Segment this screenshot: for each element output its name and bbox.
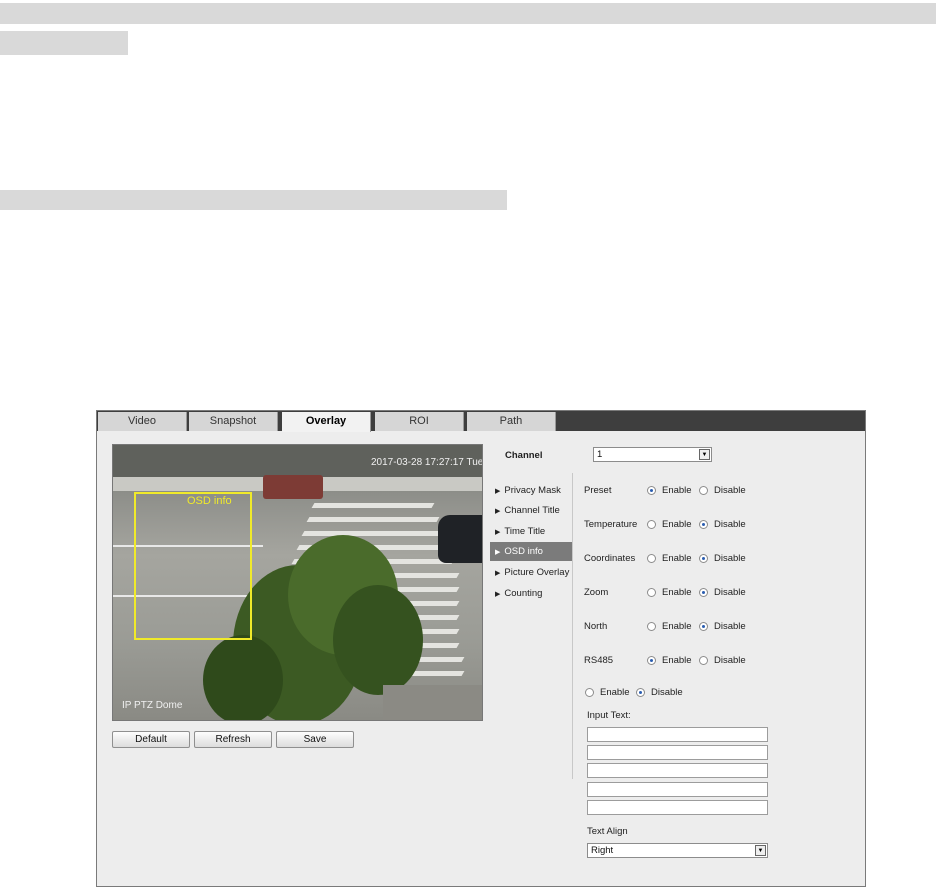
- zoom-disable-label: Disable: [714, 587, 746, 598]
- tab-path[interactable]: Path: [467, 412, 556, 431]
- north-enable-label: Enable: [662, 621, 692, 632]
- menu-label: Time Title: [504, 526, 546, 537]
- redacted-bar-3: [0, 190, 507, 210]
- osd-info-label: OSD info: [187, 495, 232, 507]
- text-align-label: Text Align: [587, 826, 628, 837]
- parked-car: [438, 515, 482, 563]
- north-enable-radio[interactable]: [647, 622, 656, 631]
- chevron-down-icon[interactable]: ▼: [755, 845, 766, 856]
- north-disable-label: Disable: [714, 621, 746, 632]
- channel-label: Channel: [505, 450, 543, 461]
- zoom-disable-radio[interactable]: [699, 588, 708, 597]
- menu-arrow-icon: ▶: [495, 508, 501, 515]
- text-input-line-3[interactable]: [587, 763, 768, 778]
- menu-label: OSD info: [504, 546, 543, 557]
- crosswalk-stripe: [301, 531, 445, 536]
- preset-label: Preset: [584, 485, 612, 496]
- tree-canopy: [203, 635, 283, 720]
- menu-arrow-icon: ▶: [495, 549, 501, 556]
- custom-text-disable-radio[interactable]: [636, 688, 645, 697]
- tree-canopy: [333, 585, 423, 695]
- rs485-enable-label: Enable: [662, 655, 692, 666]
- menu-arrow-icon: ▶: [495, 570, 501, 577]
- menu-label: Channel Title: [504, 505, 560, 516]
- redacted-bar-1: [0, 3, 936, 24]
- rs485-label: RS485: [584, 655, 614, 666]
- text-input-line-2[interactable]: [587, 745, 768, 760]
- video-preview[interactable]: 2017-03-28 17:27:17 Tue IP PTZ Dome OSD …: [112, 444, 483, 721]
- temperature-disable-radio[interactable]: [699, 520, 708, 529]
- north-label: North: [584, 621, 608, 632]
- input-text-label: Input Text:: [587, 710, 631, 721]
- device-name-overlay: IP PTZ Dome: [122, 700, 183, 711]
- menu-osd-info[interactable]: ▶ OSD info: [490, 542, 572, 561]
- tab-video[interactable]: Video: [98, 412, 187, 431]
- refresh-button[interactable]: Refresh: [194, 731, 272, 748]
- temperature-enable-radio[interactable]: [647, 520, 656, 529]
- rs485-disable-radio[interactable]: [699, 656, 708, 665]
- channel-select[interactable]: 1 ▼: [593, 447, 712, 462]
- menu-privacy-mask[interactable]: ▶ Privacy Mask: [490, 481, 572, 500]
- overlay-settings-window: Video Snapshot Overlay ROI Path 2017-03-…: [96, 410, 866, 887]
- text-align-select[interactable]: Right ▼: [587, 843, 768, 858]
- preset-disable-radio[interactable]: [699, 486, 708, 495]
- tab-roi[interactable]: ROI: [375, 412, 464, 431]
- coordinates-label: Coordinates: [584, 553, 636, 564]
- redacted-bar-2: [0, 31, 128, 55]
- menu-counting[interactable]: ▶ Counting: [490, 584, 572, 603]
- rs485-disable-label: Disable: [714, 655, 746, 666]
- preset-disable-label: Disable: [714, 485, 746, 496]
- channel-value: 1: [597, 449, 603, 460]
- ground-shadow: [383, 685, 482, 720]
- zoom-enable-radio[interactable]: [647, 588, 656, 597]
- tab-snapshot[interactable]: Snapshot: [189, 412, 278, 431]
- custom-text-enable-label: Enable: [600, 687, 630, 698]
- tab-overlay[interactable]: Overlay: [282, 412, 371, 432]
- default-button[interactable]: Default: [112, 731, 190, 748]
- menu-divider: [572, 473, 573, 779]
- preset-enable-radio[interactable]: [647, 486, 656, 495]
- tricycle: [263, 475, 323, 499]
- preset-enable-label: Enable: [662, 485, 692, 496]
- menu-channel-title[interactable]: ▶ Channel Title: [490, 501, 572, 520]
- temperature-disable-label: Disable: [714, 519, 746, 530]
- menu-picture-overlay[interactable]: ▶ Picture Overlay: [490, 563, 572, 582]
- tab-bar: Video Snapshot Overlay ROI Path: [97, 411, 865, 432]
- zoom-label: Zoom: [584, 587, 609, 598]
- text-input-line-4[interactable]: [587, 782, 768, 797]
- menu-arrow-icon: ▶: [495, 591, 501, 598]
- coordinates-disable-label: Disable: [714, 553, 746, 564]
- temperature-enable-label: Enable: [662, 519, 692, 530]
- custom-text-enable-radio[interactable]: [585, 688, 594, 697]
- zoom-enable-label: Enable: [662, 587, 692, 598]
- coordinates-disable-radio[interactable]: [699, 554, 708, 563]
- custom-text-disable-label: Disable: [651, 687, 683, 698]
- crosswalk-stripe: [311, 503, 435, 508]
- temperature-label: Temperature: [584, 519, 638, 530]
- text-align-value: Right: [591, 845, 614, 856]
- osd-info-region[interactable]: [134, 492, 252, 640]
- menu-label: Privacy Mask: [504, 485, 561, 496]
- menu-time-title[interactable]: ▶ Time Title: [490, 522, 572, 541]
- coordinates-enable-label: Enable: [662, 553, 692, 564]
- menu-label: Counting: [504, 588, 543, 599]
- rs485-enable-radio[interactable]: [647, 656, 656, 665]
- chevron-down-icon[interactable]: ▼: [699, 449, 710, 460]
- coordinates-enable-radio[interactable]: [647, 554, 656, 563]
- menu-arrow-icon: ▶: [495, 529, 501, 536]
- save-button[interactable]: Save: [276, 731, 354, 748]
- north-disable-radio[interactable]: [699, 622, 708, 631]
- menu-arrow-icon: ▶: [495, 488, 501, 495]
- menu-label: Picture Overlay: [504, 567, 570, 578]
- text-input-line-1[interactable]: [587, 727, 768, 742]
- crosswalk-stripe: [306, 517, 440, 522]
- text-input-line-5[interactable]: [587, 800, 768, 815]
- timestamp-overlay: 2017-03-28 17:27:17 Tue: [371, 457, 483, 468]
